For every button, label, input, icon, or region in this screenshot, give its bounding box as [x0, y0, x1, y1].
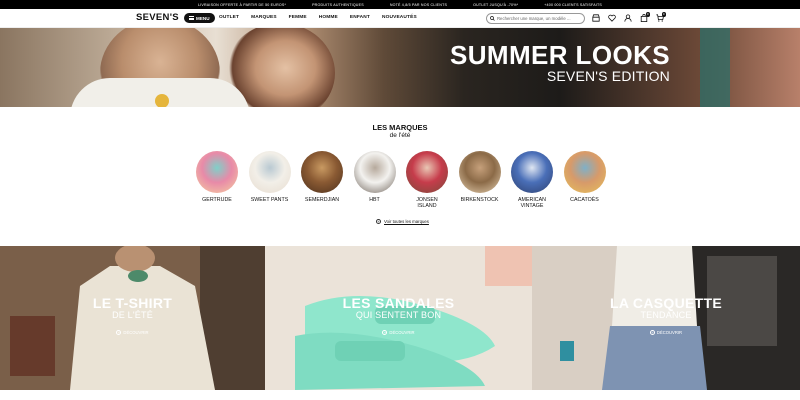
- promo-item: Livraison offerte à partir de 50 euros*: [197, 2, 287, 7]
- nav-item-marques[interactable]: MARQUES: [251, 15, 277, 20]
- menu-button[interactable]: MENU: [184, 13, 215, 23]
- plus-icon: +: [382, 330, 388, 335]
- brand-image: [406, 151, 448, 193]
- brand-item[interactable]: GERTRUDE: [196, 151, 238, 210]
- plus-icon: +: [649, 330, 655, 335]
- plus-icon: +: [376, 219, 381, 224]
- discover-button[interactable]: + DÉCOUVRIR: [532, 330, 800, 335]
- hero-image-door: [700, 28, 730, 107]
- promo-bar: Livraison offerte à partir de 50 euros* …: [0, 0, 800, 9]
- cart-icon[interactable]: 0: [655, 12, 666, 23]
- tile-subtitle: TENDANCE: [640, 310, 692, 320]
- discover-label: DÉCOUVRIR: [656, 330, 683, 335]
- brand-image: [563, 151, 606, 193]
- nav-item-homme[interactable]: HOMME: [319, 15, 338, 20]
- brand-label: SWEET PANTS: [250, 197, 289, 203]
- brand-label: CACATOÈS: [570, 197, 599, 203]
- hero-banner[interactable]: SUMMER LOOKS SEVEN'S EDITION: [0, 28, 800, 107]
- brand-label: GERTRUDE: [202, 197, 232, 203]
- nav-item-femme[interactable]: FEMME: [289, 15, 307, 20]
- promo-item: Produits authentiques: [312, 2, 364, 7]
- brand-label: HBT: [369, 197, 380, 203]
- search-icon: [490, 16, 495, 21]
- brand-item[interactable]: SEMERDJIAN: [301, 151, 343, 210]
- brand-item[interactable]: AMERICAN VINTAGE: [511, 151, 553, 210]
- promo-item: Outlet jusqu'à -70%*: [473, 2, 519, 7]
- brand-label: SEMERDJIAN: [304, 197, 340, 203]
- hero-image-badge: [155, 94, 169, 107]
- page-bottom: [0, 390, 800, 400]
- discover-label: DÉCOUVRIR: [123, 330, 149, 335]
- account-icon[interactable]: [623, 13, 633, 23]
- tile-sandals[interactable]: LES SANDALES QUI SENTENT BON + DÉCOUVRIR: [265, 246, 532, 390]
- wishlist-count-badge: 0: [645, 12, 650, 17]
- store-icon[interactable]: [591, 13, 601, 23]
- tile-subtitle: DE L'ÉTÉ: [112, 310, 153, 320]
- brand-item[interactable]: SWEET PANTS: [248, 151, 291, 210]
- heart-icon[interactable]: [607, 13, 617, 23]
- brand-image: [511, 151, 553, 193]
- tile-title: LE T-SHIRT: [92, 295, 173, 311]
- brand-label: AMERICAN VINTAGE: [518, 197, 546, 210]
- site-logo[interactable]: SEVEN'S: [136, 12, 179, 23]
- discover-button[interactable]: + DÉCOUVRIR: [265, 330, 532, 335]
- hamburger-icon: [189, 16, 194, 20]
- menu-button-label: MENU: [196, 15, 210, 21]
- hero-subtitle: SEVEN'S EDITION: [546, 68, 670, 84]
- tile-tshirt[interactable]: LE T-SHIRT DE L'ÉTÉ + DÉCOUVRIR: [0, 246, 265, 390]
- brands-heading: LES MARQUES de l'été: [0, 123, 800, 139]
- brands-carousel: GERTRUDE SWEET PANTS SEMERDJIAN HBT JONSEN I…: [196, 151, 606, 210]
- brand-label: BIRKENSTOCK: [460, 197, 499, 203]
- see-all-brands-link[interactable]: + Voir toutes les marques: [376, 219, 429, 224]
- search-input[interactable]: [496, 16, 584, 21]
- promo-item: +400 000 clients satisfaits: [544, 2, 603, 7]
- brand-image: [301, 151, 343, 193]
- brand-image: [353, 151, 396, 193]
- hero-title: SUMMER LOOKS: [449, 40, 670, 70]
- nav-item-enfant[interactable]: ENFANT: [350, 15, 370, 20]
- nav-item-outlet[interactable]: OUTLET: [219, 15, 239, 20]
- wishlist-bag-icon[interactable]: 0: [639, 12, 650, 23]
- see-all-brands-label: Voir toutes les marques: [384, 219, 429, 224]
- brand-item[interactable]: CACATOÈS: [563, 151, 606, 210]
- header-icons: 0 0: [591, 12, 666, 23]
- main-nav: OUTLET MARQUES FEMME HOMME ENFANT NOUVEA…: [219, 15, 417, 20]
- brands-title: LES MARQUES: [372, 123, 428, 132]
- brand-image: [196, 151, 238, 193]
- brand-item[interactable]: JONSEN ISLAND: [406, 151, 448, 210]
- brand-item[interactable]: HBT: [353, 151, 396, 210]
- site-header: SEVEN'S MENU OUTLET MARQUES FEMME HOMME …: [0, 9, 800, 28]
- discover-label: DÉCOUVRIR: [389, 330, 415, 335]
- brand-image: [458, 151, 501, 193]
- brand-image: [248, 151, 291, 193]
- cart-count-badge: 0: [661, 12, 666, 17]
- search-box[interactable]: [486, 13, 585, 24]
- brand-item[interactable]: BIRKENSTOCK: [458, 151, 501, 210]
- tile-title: LES SANDALES: [342, 295, 455, 311]
- discover-button[interactable]: + DÉCOUVRIR: [0, 330, 265, 335]
- tile-cap[interactable]: LA CASQUETTE TENDANCE + DÉCOUVRIR: [532, 246, 800, 390]
- promo-item: Noté 4,8/5 par nos clients: [389, 2, 448, 7]
- tile-subtitle: QUI SENTENT BON: [355, 310, 442, 320]
- brand-label: JONSEN ISLAND: [416, 197, 438, 210]
- brands-subtitle: de l'été: [389, 132, 411, 139]
- plus-icon: +: [116, 330, 122, 335]
- tile-title: LA CASQUETTE: [610, 295, 722, 311]
- nav-item-nouveautes[interactable]: NOUVEAUTÉS: [382, 15, 417, 20]
